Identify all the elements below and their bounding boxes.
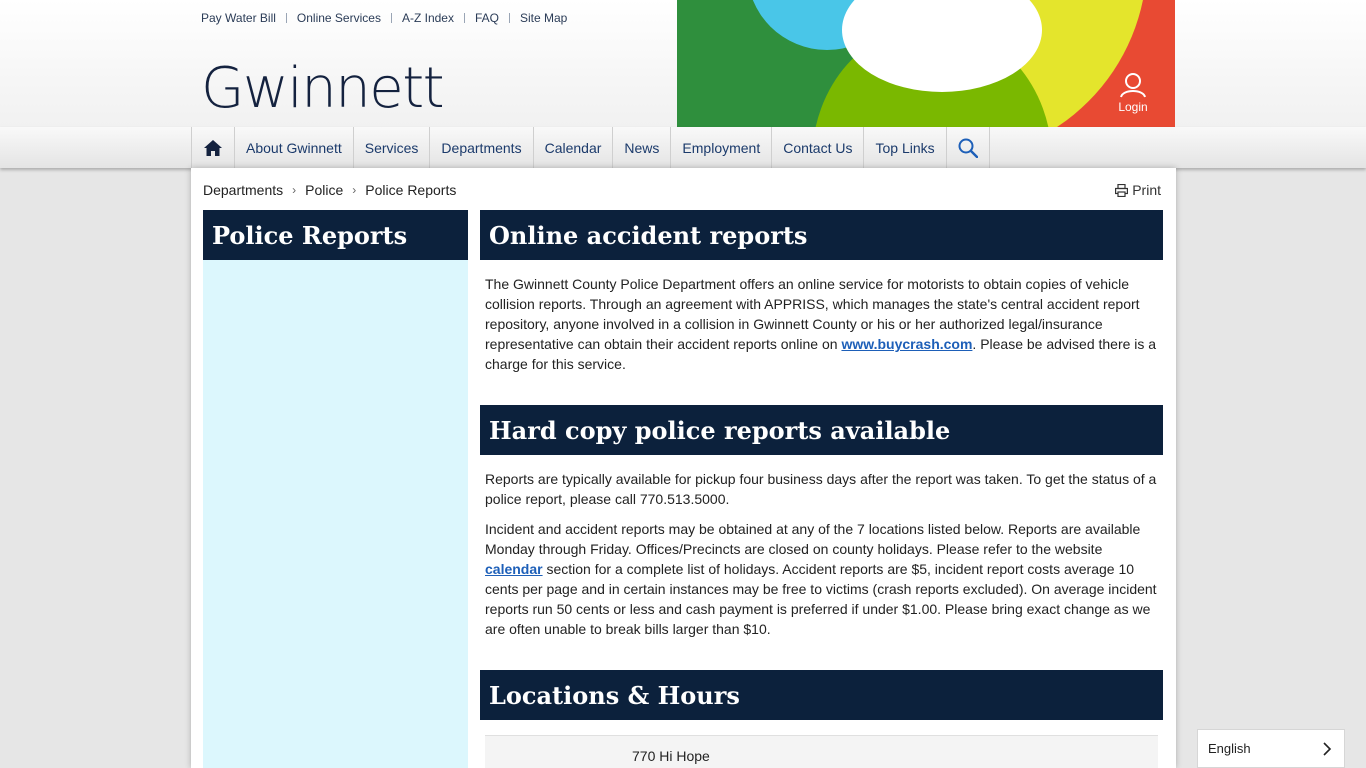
print-label: Print	[1132, 182, 1161, 198]
locations-table: 770 Hi Hope	[485, 735, 1158, 768]
nav-employment[interactable]: Employment	[670, 127, 771, 168]
nav-search[interactable]	[945, 127, 990, 168]
hard-copy-paragraph-2: Incident and accident reports may be obt…	[485, 521, 1157, 637]
breadcrumb-current: Police Reports	[365, 182, 457, 198]
main-navbar: About Gwinnett Services Departments Cale…	[0, 127, 1366, 168]
site-map-link[interactable]: Site Map	[520, 11, 567, 25]
online-services-link[interactable]: Online Services	[297, 11, 381, 25]
sidebar: Police Reports	[203, 210, 468, 768]
section-heading-locations: Locations & Hours	[480, 670, 1163, 720]
online-paragraph: The Gwinnett County Police Department of…	[485, 276, 1157, 372]
location-address: 770 Hi Hope	[632, 748, 710, 764]
a-z-index-link[interactable]: A-Z Index	[402, 11, 454, 25]
nav-news[interactable]: News	[612, 127, 670, 168]
login-label: Login	[1118, 100, 1148, 114]
nav-home[interactable]	[191, 127, 234, 168]
home-icon	[204, 139, 222, 156]
nav-departments[interactable]: Departments	[429, 127, 532, 168]
site-header: Pay Water Bill Online Services A-Z Index…	[0, 0, 1366, 127]
nav-top-links[interactable]: Top Links	[863, 127, 945, 168]
gwinnett-logo[interactable]: Gwinnett	[201, 56, 445, 121]
main-content: Online accident reports The Gwinnett Cou…	[480, 210, 1163, 768]
hard-copy-paragraph-1: Reports are typically available for pick…	[485, 471, 1157, 507]
nav-contact-us[interactable]: Contact Us	[771, 127, 863, 168]
divider	[390, 13, 392, 23]
chevron-right-icon	[1323, 742, 1332, 756]
language-selector[interactable]: English	[1197, 729, 1345, 768]
nav-services[interactable]: Services	[352, 127, 430, 168]
sidebar-title: Police Reports	[203, 210, 468, 260]
nav-calendar[interactable]: Calendar	[532, 127, 613, 168]
chevron-right-icon: ›	[292, 183, 297, 197]
faq-link[interactable]: FAQ	[475, 11, 499, 25]
content-panel: Departments › Police › Police Reports Pr…	[191, 168, 1176, 768]
chevron-right-icon: ›	[352, 183, 357, 197]
divider	[509, 13, 510, 23]
hero-graphic	[677, 0, 1175, 127]
utility-links: Pay Water Bill Online Services A-Z Index…	[201, 11, 567, 25]
language-label: English	[1208, 741, 1251, 756]
print-button[interactable]: Print	[1115, 182, 1161, 198]
hero-shapes	[677, 0, 1175, 127]
nav-about-gwinnett[interactable]: About Gwinnett	[234, 127, 353, 168]
breadcrumb: Departments › Police › Police Reports	[203, 182, 456, 198]
divider	[285, 13, 287, 23]
main-nav: About Gwinnett Services Departments Cale…	[191, 127, 990, 168]
buycrash-link[interactable]: www.buycrash.com	[841, 336, 972, 352]
calendar-link[interactable]: calendar	[485, 561, 543, 577]
divider	[463, 13, 465, 23]
breadcrumb-departments[interactable]: Departments	[203, 182, 283, 198]
printer-icon	[1115, 183, 1129, 197]
section-heading-online: Online accident reports	[480, 210, 1163, 260]
section-heading-hard-copy: Hard copy police reports available	[480, 405, 1163, 455]
search-icon	[958, 138, 978, 158]
login-button[interactable]: Login	[1110, 72, 1156, 114]
breadcrumb-police[interactable]: Police	[305, 182, 343, 198]
user-icon	[1120, 73, 1146, 98]
pay-water-bill-link[interactable]: Pay Water Bill	[201, 11, 276, 25]
